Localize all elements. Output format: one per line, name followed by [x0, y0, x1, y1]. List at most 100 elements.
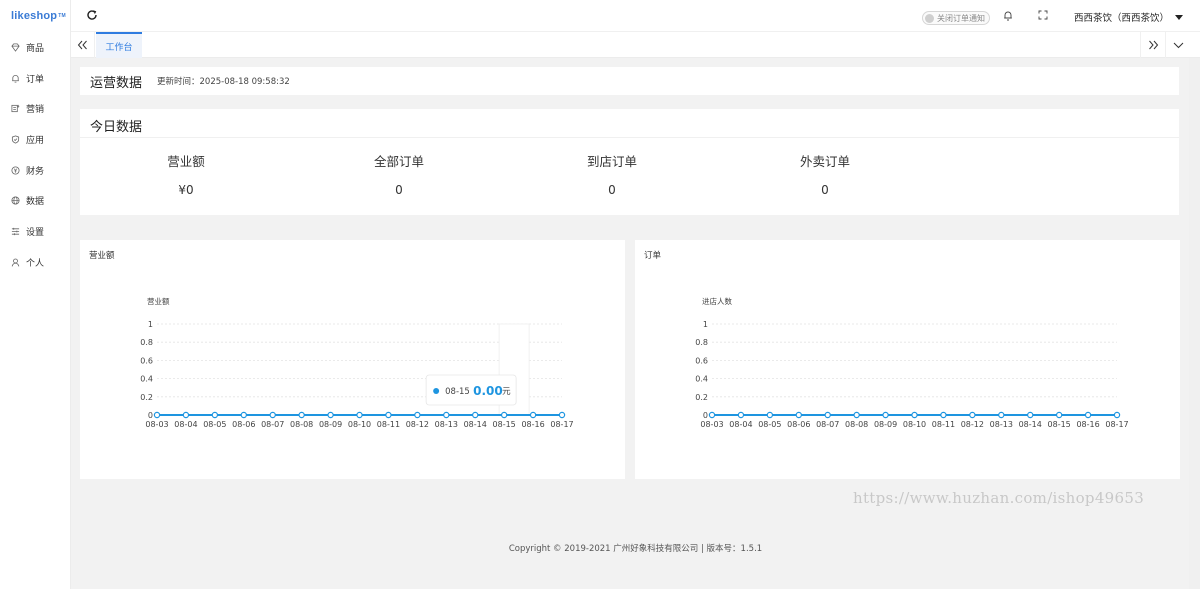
- sidebar-item-apps[interactable]: 应用: [0, 124, 70, 155]
- sidebar-item-personal[interactable]: 个人: [0, 247, 70, 278]
- logo[interactable]: likeshop TM: [0, 0, 70, 32]
- metric-label: 到店订单: [586, 154, 637, 169]
- x-tick-label: 08-16: [1076, 420, 1099, 429]
- metric-label: 营业额: [167, 154, 205, 169]
- sidebar-item-marketing[interactable]: 营销: [0, 93, 70, 124]
- x-tick-label: 08-11: [377, 420, 400, 429]
- watermark: https://www.huzhan.com/ishop49653: [853, 489, 1145, 507]
- data-point: [708, 411, 716, 419]
- x-tick-label: 08-03: [145, 420, 168, 429]
- tooltip-value: 0.00: [473, 384, 503, 398]
- tab-workbench[interactable]: 工作台: [96, 32, 142, 58]
- tab-scroll-left-button[interactable]: [71, 32, 95, 58]
- metric-label: 全部订单: [373, 154, 424, 169]
- data-point: [1027, 411, 1034, 419]
- page-scrollbar[interactable]: [1189, 58, 1200, 589]
- sidebar-item-finance[interactable]: 财务: [0, 155, 70, 186]
- today-card: 今日数据 营业额 ¥0 全部订单 0 到店订单 0 外卖订单 0: [80, 109, 1179, 215]
- x-tick-label: 08-14: [464, 420, 487, 429]
- data-point: [1084, 411, 1092, 419]
- x-tick-label: 08-13: [435, 420, 458, 429]
- y-tick-label: 0.8: [140, 338, 153, 347]
- data-point: [443, 411, 450, 419]
- metric-revenue: 营业额 ¥0: [116, 151, 256, 197]
- tab-scroll-right-button[interactable]: [1140, 32, 1165, 58]
- sidebar-item-settings[interactable]: 设置: [0, 216, 70, 247]
- metric-delivery-orders: 外卖订单 0: [755, 151, 895, 197]
- order-notice-label: 关闭订单通知: [937, 13, 985, 23]
- data-point: [558, 411, 566, 419]
- chevron-down-icon: [1173, 42, 1183, 48]
- marketing-icon: [10, 104, 20, 114]
- operations-card: 运营数据 更新时间：2025-08-18 09:58:32: [80, 67, 1179, 95]
- y-tick-label: 1: [703, 320, 708, 329]
- x-tick-label: 08-12: [961, 420, 984, 429]
- data-point: [211, 411, 219, 419]
- revenue-chart-card: 营业额 营业额 0 0.2 0.4 0.6 0.8 1 08-03 08-04 08-05 08-0…: [80, 240, 625, 479]
- store-name: 西西茶饮（西西茶饮）: [1074, 13, 1170, 24]
- orders-chart[interactable]: 进店人数 0 0.2 0.4 0.6 0.8 1 08-03 08-04 08-05 08-06 08…: [635, 240, 1180, 479]
- sidebar-item-label: 应用: [26, 135, 45, 146]
- data-point: [853, 411, 860, 419]
- x-tick-label: 08-11: [932, 420, 955, 429]
- data-point: [824, 411, 831, 419]
- data-point: [269, 411, 276, 419]
- metric-all-orders: 全部订单 0: [329, 151, 469, 197]
- store-selector[interactable]: 西西茶饮（西西茶饮）: [1074, 10, 1184, 24]
- data-point: [1113, 411, 1121, 419]
- data-point: [240, 411, 247, 419]
- diamond-icon: [10, 42, 20, 52]
- x-tick-label: 08-04: [729, 420, 752, 429]
- double-chevron-left-icon: [77, 40, 87, 50]
- sidebar: likeshop TM 商品 订单 营销 应用 财务 数据 设置 个人: [0, 0, 71, 589]
- x-tick-label: 08-09: [874, 420, 897, 429]
- tooltip-unit: 元: [502, 387, 511, 397]
- logo-tm: TM: [58, 13, 66, 19]
- sidebar-item-label: 财务: [26, 166, 45, 177]
- metric-value: ¥0: [178, 183, 194, 197]
- notification-bell-icon[interactable]: [1003, 10, 1013, 21]
- sidebar-item-label: 数据: [26, 197, 45, 208]
- y-axis-label: 进店人数: [702, 296, 732, 306]
- top-header: 关闭订单通知 西西茶饮（西西茶饮）: [71, 0, 1200, 32]
- y-tick-label: 0.8: [695, 338, 708, 347]
- data-point: [998, 411, 1005, 419]
- x-tick-label: 08-13: [990, 420, 1013, 429]
- x-tick-label: 08-06: [232, 420, 255, 429]
- x-tick-label: 08-08: [845, 420, 868, 429]
- sidebar-nav: 商品 订单 营销 应用 财务 数据 设置 个人: [0, 32, 70, 278]
- tab-bar: 工作台: [71, 32, 1200, 58]
- y-tick-label: 0.2: [140, 393, 153, 402]
- x-tick-label: 08-17: [550, 420, 573, 429]
- sidebar-item-goods[interactable]: 商品: [0, 32, 70, 63]
- data-point: [327, 411, 334, 419]
- order-notice-toggle[interactable]: 关闭订单通知: [922, 11, 990, 25]
- sidebar-item-data[interactable]: 数据: [0, 185, 70, 216]
- x-tick-label: 08-09: [319, 420, 342, 429]
- x-tick-label: 08-14: [1019, 420, 1042, 429]
- data-point: [385, 411, 392, 419]
- revenue-chart[interactable]: 营业额 0 0.2 0.4 0.6 0.8 1 08-03 08-04 08-05 08-06 08-…: [80, 240, 625, 479]
- data-point: [500, 411, 508, 419]
- logo-text: likeshop: [11, 10, 58, 22]
- data-point: [153, 411, 161, 419]
- data-point: [969, 411, 976, 419]
- caret-down-icon: [1175, 14, 1184, 20]
- x-tick-label: 08-08: [290, 420, 313, 429]
- x-tick-label: 08-10: [903, 420, 926, 429]
- divider: [80, 137, 1179, 138]
- sidebar-item-label: 订单: [26, 74, 45, 85]
- fullscreen-icon[interactable]: [1038, 10, 1048, 20]
- sidebar-item-orders[interactable]: 订单: [0, 63, 70, 94]
- data-point: [472, 411, 479, 419]
- data-point: [182, 411, 190, 419]
- tab-menu-button[interactable]: [1165, 32, 1190, 58]
- bell-icon: [10, 73, 20, 83]
- orders-chart-card: 订单 进店人数 0 0.2 0.4 0.6 0.8 1 08-03 08-04 08-05 08-0…: [635, 240, 1180, 479]
- tab-label: 工作台: [105, 42, 133, 53]
- x-tick-label: 08-05: [203, 420, 226, 429]
- operations-title: 运营数据: [90, 75, 143, 91]
- data-point: [766, 411, 774, 419]
- refresh-icon[interactable]: [86, 9, 98, 21]
- metric-value: 0: [395, 183, 403, 197]
